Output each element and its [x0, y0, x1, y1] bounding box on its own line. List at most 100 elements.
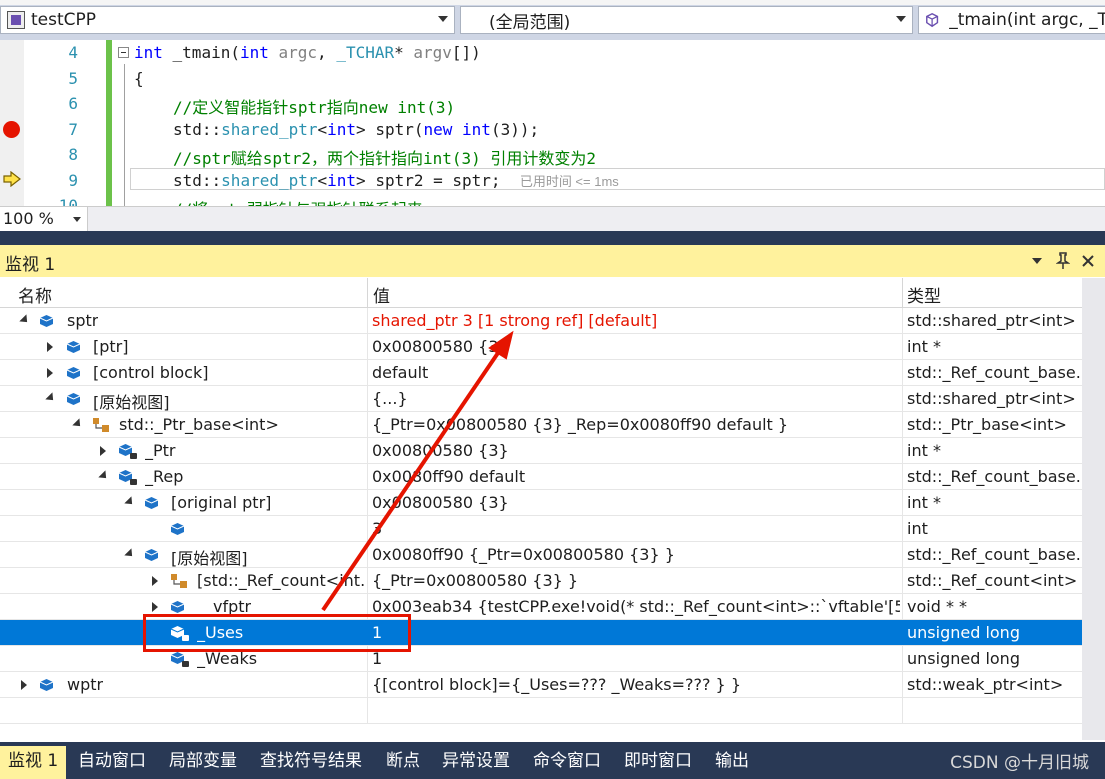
code-line-6[interactable]: //定义智能指针sptr指向new int(3)	[173, 94, 455, 118]
watch-row[interactable]: wptr {[control block]={_Uses=??? _Weaks=…	[0, 672, 1082, 698]
column-value[interactable]: 值	[373, 282, 390, 307]
watch-value[interactable]: 0x00800580 {3}	[372, 337, 900, 356]
tool-window-tabs: 监视 1 自动窗口 局部变量 查找符号结果 断点 异常设置 命令窗口 即时窗口 …	[0, 742, 1105, 779]
tab-autos[interactable]: 自动窗口	[70, 746, 154, 779]
watch-value[interactable]: 0x0080ff90 {_Ptr=0x00800580 {3} }	[372, 545, 900, 564]
code-token: _tmain(	[162, 43, 240, 62]
watch-value[interactable]: 1	[372, 623, 900, 642]
code-line-9[interactable]: std::shared_ptr<int> sptr2 = sptr; 已用时间 …	[173, 171, 619, 190]
watch-row[interactable]: [原始视图] 0x0080ff90 {_Ptr=0x00800580 {3} }…	[0, 542, 1082, 568]
close-icon[interactable]	[1081, 254, 1095, 268]
watch-row[interactable]: _Ptr 0x00800580 {3} int *	[0, 438, 1082, 464]
watch-column-header: 名称 值 类型	[0, 278, 1082, 308]
expanded-arrow-icon[interactable]	[98, 470, 110, 482]
code-line-8[interactable]: //sptr赋给sptr2，两个指针指向int(3) 引用计数变为2	[173, 145, 596, 169]
expanded-arrow-icon[interactable]	[124, 548, 136, 560]
collapsed-arrow-icon[interactable]	[21, 680, 27, 690]
instruction-pointer-icon[interactable]	[3, 171, 21, 187]
watch-row[interactable]: sptr shared_ptr 3 [1 strong ref] [defaul…	[0, 308, 1082, 334]
variable-cube-icon	[39, 315, 54, 327]
collapsed-arrow-icon[interactable]	[100, 446, 106, 456]
scope-dropdown[interactable]: (全局范围)	[460, 6, 913, 34]
watch-row[interactable]: [original ptr] 0x00800580 {3} int *	[0, 490, 1082, 516]
collapsed-arrow-icon[interactable]	[47, 342, 53, 352]
keyword: int	[327, 171, 357, 190]
code-editor[interactable]: 4 5 6 7 8 9 10 int _tmain(int argc, _TCH…	[0, 40, 1105, 206]
watch-value[interactable]: default	[372, 363, 900, 382]
add-watch-row[interactable]	[0, 698, 1082, 724]
watch-row[interactable]: std::_Ptr_base<int> {_Ptr=0x00800580 {3}…	[0, 412, 1082, 438]
tab-exception-settings[interactable]: 异常设置	[434, 746, 518, 779]
window-menu-icon[interactable]	[1031, 257, 1043, 265]
tab-locals[interactable]: 局部变量	[161, 746, 245, 779]
watch-value[interactable]: {...}	[372, 389, 900, 408]
watch-value[interactable]: shared_ptr 3 [1 strong ref] [default]	[372, 311, 900, 330]
breakpoint-icon[interactable]	[3, 121, 20, 138]
code-line-4[interactable]: int _tmain(int argc, _TCHAR* argv[])	[134, 43, 481, 62]
watch-window-header[interactable]: 监视 1	[0, 245, 1105, 277]
function-dropdown[interactable]: _tmain(int argc, _T	[918, 6, 1105, 34]
zoom-dropdown[interactable]: 100 %	[0, 207, 88, 232]
base-class-icon	[93, 418, 109, 432]
watch-value[interactable]: {_Ptr=0x00800580 {3} }	[372, 571, 900, 590]
watch-type: std::_Ptr_base<int>	[907, 415, 1067, 434]
expanded-arrow-icon[interactable]	[124, 496, 136, 508]
column-divider[interactable]	[902, 278, 903, 307]
collapsed-arrow-icon[interactable]	[152, 602, 158, 612]
column-name[interactable]: 名称	[18, 282, 52, 307]
chevron-down-icon	[438, 16, 448, 22]
watch-value[interactable]: 1	[372, 649, 900, 668]
watch-row[interactable]: _Rep 0x0080ff90 default std::_Ref_count_…	[0, 464, 1082, 490]
code-line-5[interactable]: {	[134, 69, 144, 88]
expanded-arrow-icon[interactable]	[72, 418, 84, 430]
watch-type: unsigned long	[907, 649, 1020, 668]
watch-row[interactable]: [control block] default std::_Ref_count_…	[0, 360, 1082, 386]
watch-value[interactable]: 0x0080ff90 default	[372, 467, 900, 486]
tab-output[interactable]: 输出	[707, 746, 757, 779]
perf-tip[interactable]: 已用时间 <= 1ms	[520, 174, 619, 189]
pin-icon[interactable]	[1056, 252, 1070, 270]
watch-type: int	[907, 519, 928, 538]
watch-name: sptr	[67, 311, 99, 330]
type-name: shared_ptr	[221, 171, 318, 190]
scope-label: (全局范围)	[489, 12, 571, 33]
collapsed-arrow-icon[interactable]	[47, 368, 53, 378]
watch-row[interactable]: [std::_Ref_count<int... {_Ptr=0x00800580…	[0, 568, 1082, 594]
column-type[interactable]: 类型	[907, 282, 941, 307]
tab-breakpoints[interactable]: 断点	[378, 746, 428, 779]
watch-value[interactable]: 0x00800580 {3}	[372, 441, 900, 460]
type-name: shared_ptr	[221, 120, 318, 139]
code-line-10[interactable]: //将wptr弱指针与强指针联系起来	[173, 196, 423, 206]
watch-row[interactable]: [ptr] 0x00800580 {3} int *	[0, 334, 1082, 360]
collapse-icon[interactable]	[118, 47, 129, 58]
watch-type: int *	[907, 441, 941, 460]
watch-value[interactable]: {_Ptr=0x00800580 {3} _Rep=0x0080ff90 def…	[372, 415, 900, 434]
watch-value[interactable]: 0x00800580 {3}	[372, 493, 900, 512]
expanded-arrow-icon[interactable]	[19, 314, 31, 326]
lock-icon	[130, 453, 137, 459]
project-dropdown[interactable]: testCPP	[0, 6, 455, 34]
watch-value[interactable]: 3	[372, 519, 900, 538]
watch-scrollbar[interactable]	[1082, 278, 1105, 740]
watch-value[interactable]: {[control block]={_Uses=??? _Weaks=??? }…	[372, 675, 900, 694]
outline-guide	[124, 64, 125, 206]
tab-immediate-window[interactable]: 即时窗口	[616, 746, 700, 779]
expanded-arrow-icon[interactable]	[45, 392, 57, 404]
collapsed-arrow-icon[interactable]	[152, 576, 158, 586]
code-line-7[interactable]: std::shared_ptr<int> sptr(new int(3));	[173, 120, 539, 139]
window-splitter[interactable]	[0, 231, 1105, 245]
watch-row[interactable]: 3 int	[0, 516, 1082, 542]
watch-value[interactable]: 0x003eab34 {testCPP.exe!void(* std::_Ref…	[372, 597, 900, 616]
watch-type: std::_Ref_count_base...	[907, 545, 1080, 564]
tab-find-symbol-results[interactable]: 查找符号结果	[252, 746, 370, 779]
watch-row[interactable]: [原始视图] {...} std::shared_ptr<int>	[0, 386, 1082, 412]
watch-type: std::weak_ptr<int>	[907, 675, 1064, 694]
watch-type: unsigned long	[907, 623, 1020, 642]
code-token: > sptr2 = sptr;	[356, 171, 501, 190]
line-number: 10	[58, 196, 78, 206]
tab-watch-1[interactable]: 监视 1	[0, 746, 67, 779]
keyword: int	[327, 120, 357, 139]
tab-command-window[interactable]: 命令窗口	[525, 746, 609, 779]
column-divider[interactable]	[367, 278, 368, 307]
